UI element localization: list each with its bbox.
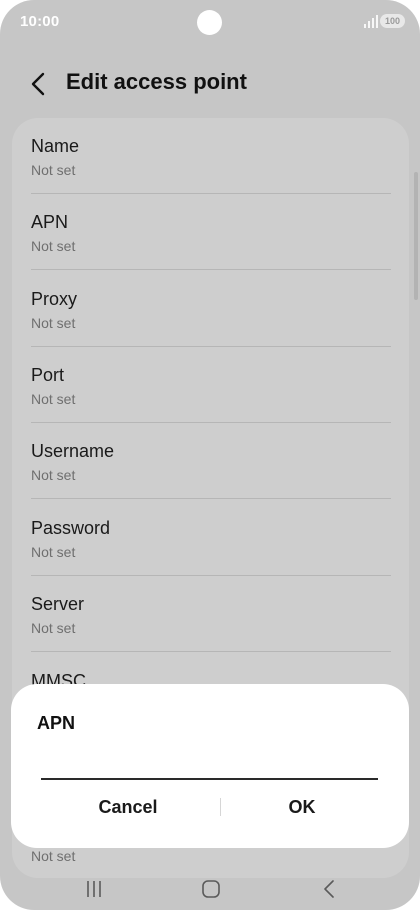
setting-title: Name: [31, 136, 80, 156]
signal-icon: [364, 15, 378, 28]
ok-button[interactable]: OK: [212, 792, 392, 822]
page-title: Edit access point: [66, 69, 247, 94]
back-icon[interactable]: [314, 874, 344, 904]
setting-title: Port: [31, 365, 65, 385]
setting-item-password[interactable]: Password Not set: [12, 500, 409, 576]
recents-icon[interactable]: [79, 874, 109, 904]
setting-title: Username: [31, 441, 115, 461]
setting-item-apn[interactable]: APN Not set: [12, 194, 409, 270]
divider: [31, 498, 391, 499]
setting-title: Password: [31, 518, 111, 538]
setting-value: Not set: [31, 391, 76, 407]
status-bar: 10:00 100: [0, 0, 420, 44]
setting-item-port[interactable]: Port Not set: [12, 347, 409, 423]
divider: [31, 651, 391, 652]
divider: [31, 269, 391, 270]
setting-value: Not set: [31, 467, 76, 483]
setting-title: Proxy: [31, 289, 78, 309]
setting-value: Not set: [31, 620, 76, 636]
app-header: Edit access point: [0, 60, 420, 110]
setting-value: Not set: [31, 162, 76, 178]
setting-title: Server: [31, 594, 85, 614]
battery-icon: 100: [380, 14, 405, 28]
chevron-left-icon[interactable]: [26, 70, 52, 98]
status-time: 10:00: [20, 13, 60, 30]
setting-value: Not set: [31, 315, 76, 331]
setting-item-server[interactable]: Server Not set: [12, 576, 409, 652]
navigation-bar: [0, 868, 420, 910]
setting-value: Not set: [31, 238, 76, 254]
setting-value: Not set: [31, 848, 76, 864]
dialog-title: APN: [37, 713, 76, 733]
scrollbar[interactable]: [414, 172, 418, 300]
setting-item-username[interactable]: Username Not set: [12, 423, 409, 499]
front-camera: [197, 10, 222, 35]
setting-item-name[interactable]: Name Not set: [12, 118, 409, 194]
apn-input[interactable]: [41, 754, 378, 780]
home-icon[interactable]: [196, 874, 226, 904]
apn-dialog: APN Cancel OK: [11, 684, 409, 848]
cancel-button[interactable]: Cancel: [38, 792, 218, 822]
setting-item-proxy[interactable]: Proxy Not set: [12, 271, 409, 347]
phone-screen: 10:00 100 Edit access point Name Not set…: [0, 0, 420, 910]
setting-value: Not set: [31, 544, 76, 560]
setting-title: APN: [31, 212, 69, 232]
